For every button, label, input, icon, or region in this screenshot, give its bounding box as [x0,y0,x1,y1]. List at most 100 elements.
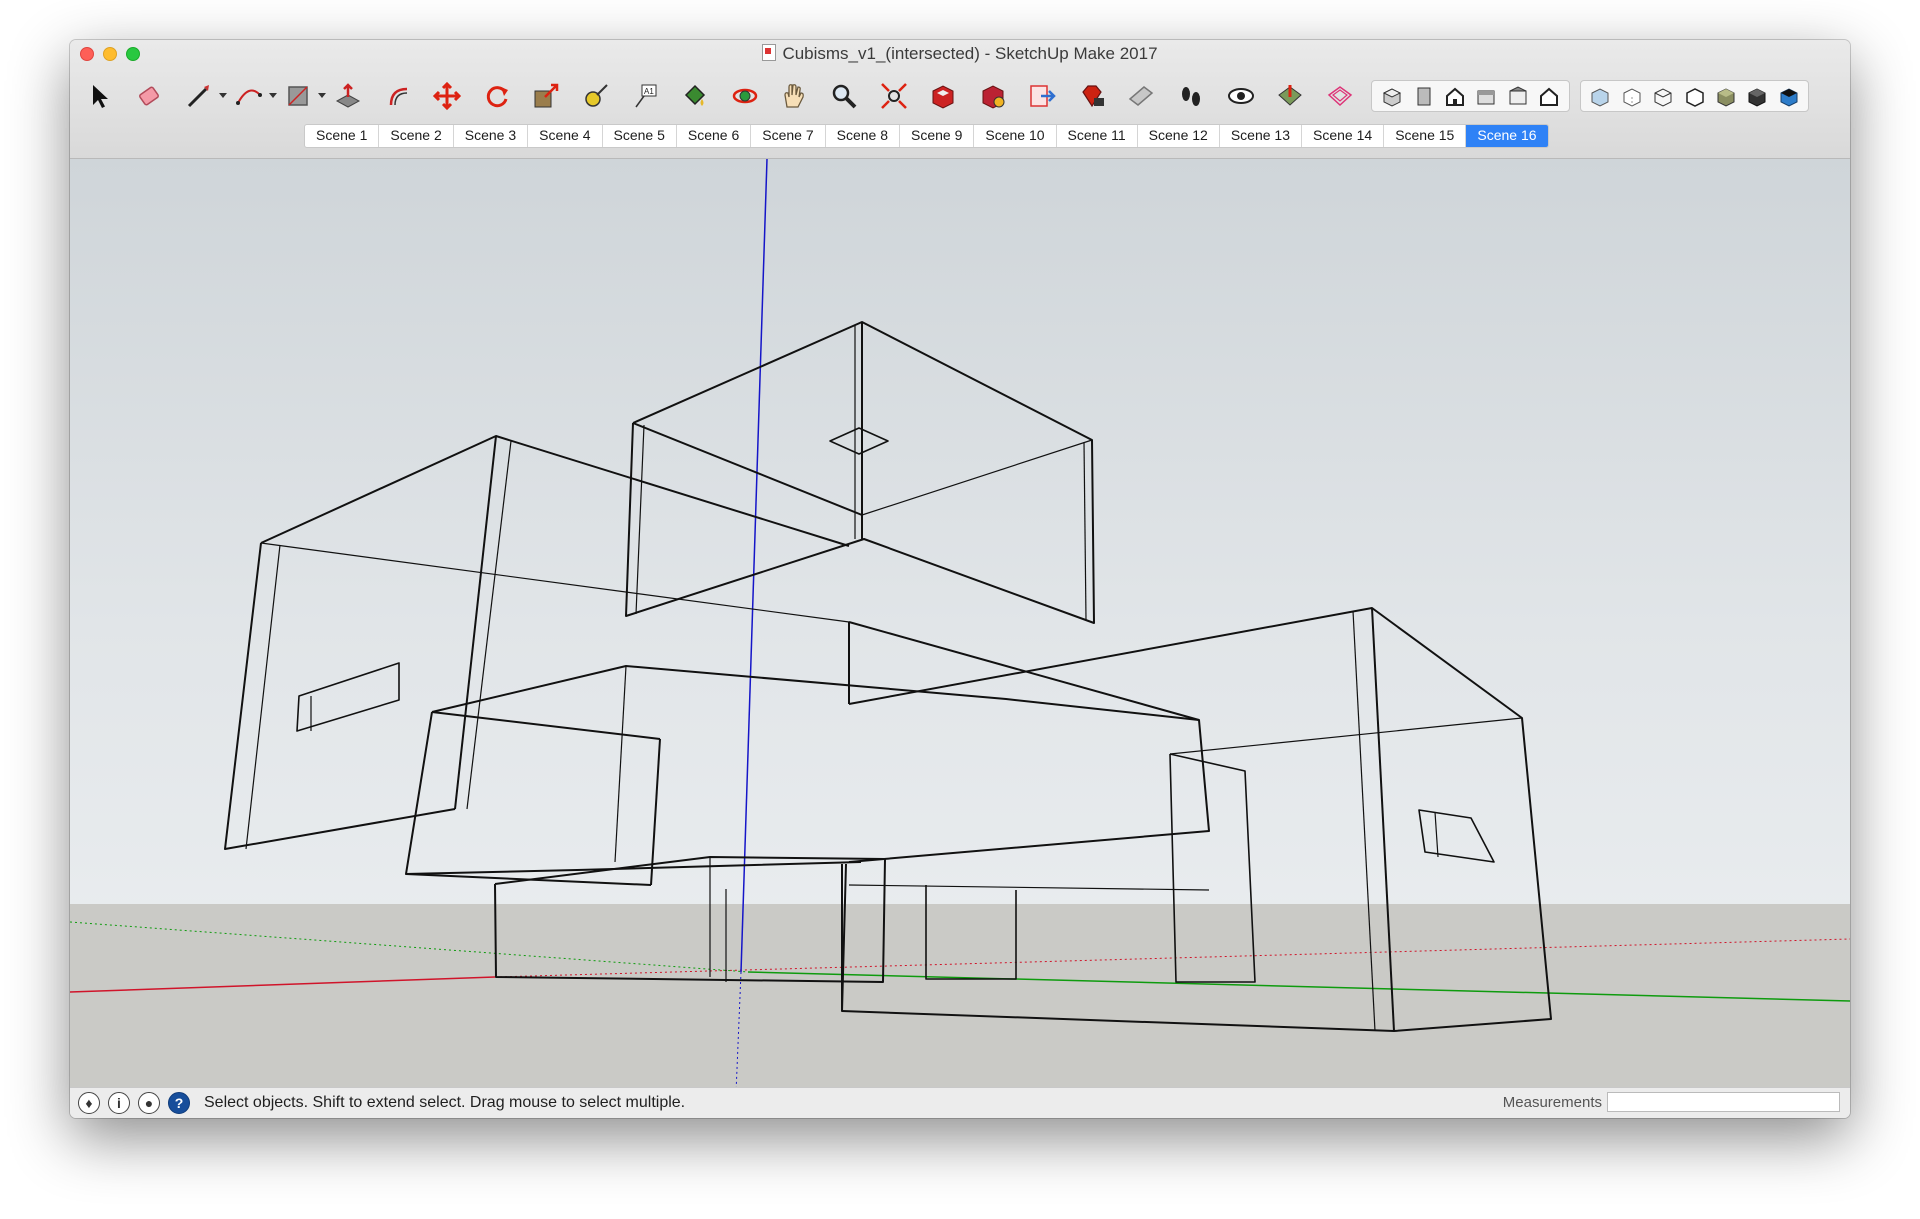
xray-button[interactable] [1586,82,1614,110]
monochrome-button[interactable] [1775,82,1803,110]
shaded-button[interactable] [1712,82,1740,110]
pan-tool-button[interactable] [776,78,812,114]
shaded-textures-icon [1748,88,1766,107]
front-view-button[interactable] [1441,82,1469,110]
push-pull-icon [335,83,361,108]
chevron-down-icon[interactable] [318,93,327,98]
scene-tab[interactable]: Scene 1 [305,125,380,147]
chevron-down-icon[interactable] [268,93,277,98]
scene-tab[interactable]: Scene 16 [1466,125,1548,147]
window-title: Cubisms_v1_(intersected) - SketchUp Make… [782,44,1158,63]
wireframe-icon [1654,88,1672,107]
send-to-layout-icon [1030,85,1057,107]
arc-icon [235,89,262,105]
orbit-tool-button[interactable] [727,78,763,114]
middle-left-box [405,621,1210,886]
add-location-tool-button[interactable] [1272,78,1308,114]
select-tool-button[interactable] [82,78,118,114]
extension-warehouse-tool-button[interactable] [975,78,1011,114]
scene-tab[interactable]: Scene 13 [1220,125,1303,147]
scene-tab[interactable]: Scene 10 [974,125,1057,147]
toggle-terrain-tool-button[interactable] [1322,78,1358,114]
scene-tab[interactable]: Scene 3 [454,125,529,147]
help-icon[interactable]: ? [168,1092,190,1114]
geo-location-icon[interactable]: ♦ [78,1092,100,1114]
pan-icon [784,84,805,108]
move-tool-button[interactable] [429,78,465,114]
scale-tool-button[interactable] [528,78,564,114]
text-tool-button[interactable]: A1 [628,78,664,114]
look-around-icon [1227,88,1254,104]
xray-icon [1591,88,1609,107]
paint-bucket-icon [685,84,706,106]
shaded-icon [1717,88,1735,107]
right-view-button[interactable] [1472,82,1500,110]
scene-tab[interactable]: Scene 5 [603,125,677,147]
section-plane-icon [1129,86,1154,106]
left-view-button[interactable] [1535,82,1563,110]
pencil-line-tool-button[interactable] [181,78,228,114]
move-icon [433,81,462,111]
wireframe-button[interactable] [1649,82,1677,110]
ruby-console-icon [1082,85,1104,108]
scene-tab[interactable]: Scene 14 [1302,125,1385,147]
send-to-layout-tool-button[interactable] [1024,78,1060,114]
iso-view-icon [1383,88,1402,107]
rectangle-tool-button[interactable] [280,78,327,114]
scene-tab[interactable]: Scene 9 [900,125,975,147]
push-pull-tool-button[interactable] [330,78,366,114]
left-cube [224,435,850,850]
scene-tab[interactable]: Scene 8 [826,125,900,147]
user-account-icon[interactable]: ● [138,1092,160,1114]
rectangle-icon [288,86,309,106]
zoom-extents-tool-button[interactable] [876,78,912,114]
credits-info-icon[interactable]: i [108,1092,130,1114]
3d-warehouse-icon [932,85,954,109]
3d-warehouse-tool-button[interactable] [925,78,961,114]
scene-tab[interactable]: Scene 15 [1384,125,1467,147]
top-cube [625,321,1095,624]
scene-tab[interactable]: Scene 2 [379,125,454,147]
look-around-tool-button[interactable] [1223,78,1259,114]
scene-tab[interactable]: Scene 4 [528,125,603,147]
shaded-textures-button[interactable] [1743,82,1771,110]
right-view-icon [1477,90,1495,105]
title-bar: Cubisms_v1_(intersected) - SketchUp Make… [70,40,1850,159]
add-location-icon [1278,85,1303,106]
paint-bucket-tool-button[interactable] [677,78,713,114]
offset-tool-button[interactable] [380,78,416,114]
status-message: Select objects. Shift to extend select. … [204,1094,686,1111]
eraser-icon [138,86,159,106]
offset-icon [389,87,407,106]
scene-tab[interactable]: Scene 6 [677,125,752,147]
scene-tab[interactable]: Scene 7 [751,125,826,147]
rotate-icon [486,86,508,108]
eraser-tool-button[interactable] [132,78,168,114]
scale-icon [534,83,559,108]
zoom-tool-button[interactable] [826,78,862,114]
iso-view-button[interactable] [1378,82,1406,110]
tape-measure-tool-button[interactable] [578,78,614,114]
monochrome-icon [1780,88,1798,107]
scene-tab[interactable]: Scene 12 [1138,125,1220,147]
back-view-button[interactable] [1504,82,1532,110]
blue-axis [740,159,768,973]
scene-tab[interactable]: Scene 11 [1057,125,1138,147]
back-view-icon [1509,86,1527,105]
views-toolbar [1371,80,1570,112]
rotate-tool-button[interactable] [479,78,515,114]
toggle-terrain-icon [1327,86,1353,107]
measurements-input[interactable] [1607,1092,1840,1112]
back-edges-button[interactable] [1618,82,1646,110]
top-view-button[interactable] [1410,82,1438,110]
model-canvas[interactable] [70,159,1850,1093]
arc-tool-button[interactable] [231,78,277,114]
svg-text:A1: A1 [644,87,654,96]
model-viewport[interactable] [70,159,1850,1093]
ruby-console-tool-button[interactable] [1074,78,1110,114]
ground-plane [70,904,1850,1093]
walk-tool-button[interactable] [1173,78,1209,114]
chevron-down-icon[interactable] [219,93,228,98]
hidden-line-button[interactable] [1681,82,1709,110]
section-plane-tool-button[interactable] [1123,78,1159,114]
